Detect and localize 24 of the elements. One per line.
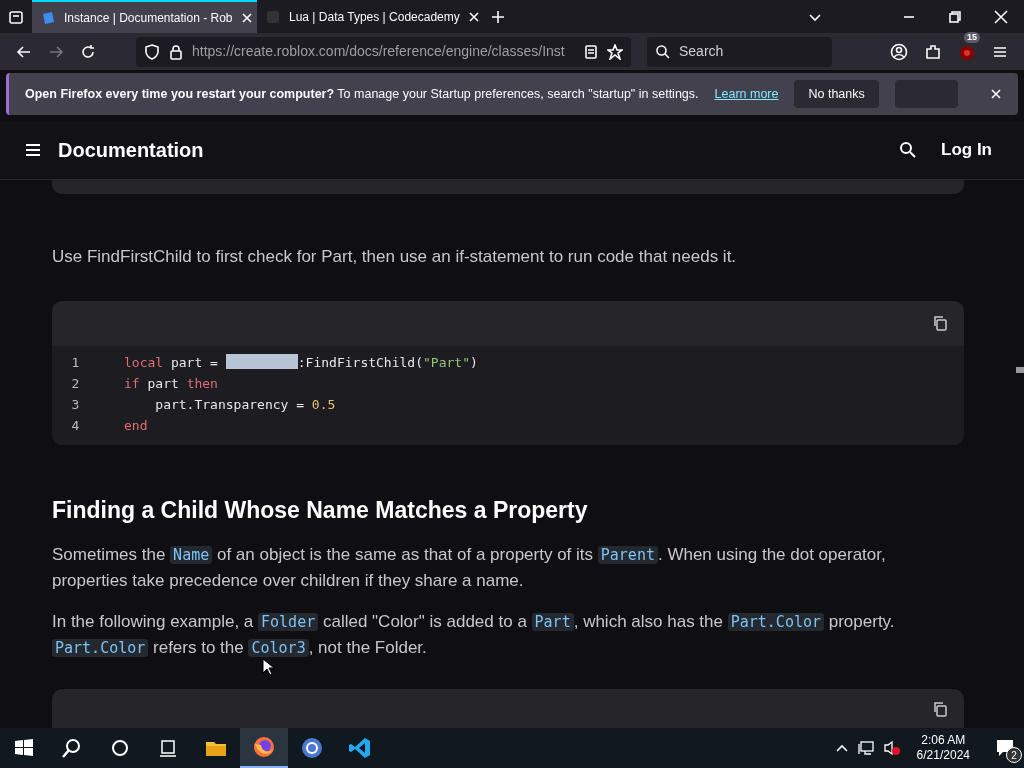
- notification-count: 2: [1006, 747, 1022, 763]
- intro-text: Use FindFirstChild to first check for Part, then use an if-statement to run code that needs it.: [52, 246, 738, 268]
- paragraph: In the following example, a Folder called "Color" is added to a Part , which also has the Part.Color property. Part.Color refers to the Color3 , not the Folder.: [52, 611, 896, 660]
- notification-message: Open Firefox every time you restart your computer? To manage your Startup preferences, search "startup" in settings.: [25, 85, 699, 103]
- section-heading: Finding a Child Whose Name Matches a Property: [52, 496, 589, 525]
- code-line: local part = :FindFirstChild("Part"): [124, 352, 478, 372]
- line-number: 3: [70, 395, 81, 414]
- learn-more-link[interactable]: Learn more: [714, 84, 779, 104]
- line-number: 4: [70, 416, 81, 435]
- site-title[interactable]: Documentation: [58, 135, 204, 165]
- line-number: 1: [70, 353, 81, 372]
- login-link[interactable]: Log In: [941, 137, 992, 163]
- clock[interactable]: 2:06 AM 6/21/2024: [916, 733, 970, 763]
- code-line: part.Transparency = 0.5: [154, 395, 336, 414]
- line-number: 2: [70, 374, 81, 393]
- search-field[interactable]: Search: [647, 36, 832, 67]
- extension-badge: 15: [964, 32, 980, 43]
- code-line: end: [124, 416, 148, 435]
- browser-tab[interactable]: Instance | Documentation - Rob: [32, 0, 257, 33]
- browser-tab[interactable]: Lua | Data Types | Codecademy: [257, 0, 482, 33]
- paragraph: Sometimes the Name of an object is the same as that of a property of its Parent . When using the dot operator, properties take precedence over children if they share a name.: [52, 544, 887, 593]
- address-bar[interactable]: https://create.roblox.com/docs/reference/engine/classes/Inst: [136, 36, 631, 67]
- code-line: if part then: [124, 374, 218, 393]
- no-thanks-button[interactable]: No thanks: [794, 80, 879, 108]
